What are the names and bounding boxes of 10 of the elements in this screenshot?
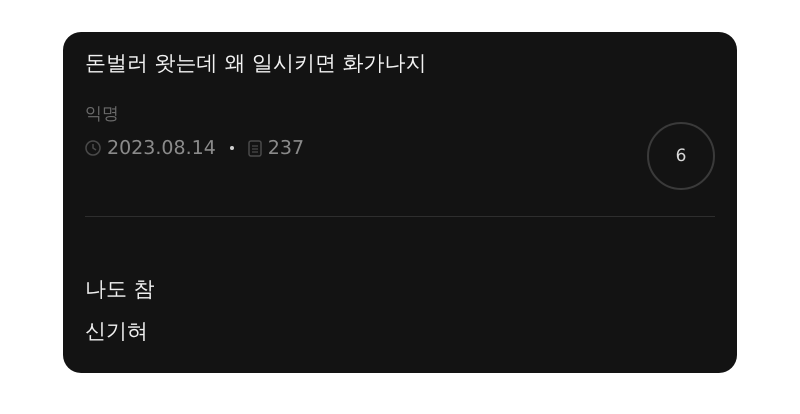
post-body-line: 나도 참	[85, 276, 156, 303]
document-icon	[248, 140, 262, 156]
comment-count: 6	[647, 122, 715, 190]
view-count: 237	[268, 137, 304, 159]
post-body-line: 신기혀	[85, 318, 149, 345]
clock-icon	[85, 140, 101, 156]
author-name: 익명	[85, 103, 120, 125]
separator-dot	[230, 146, 234, 150]
post-date: 2023.08.14	[107, 137, 216, 159]
post-title: 돈벌러 왓는데 왜 일시키면 화가나지	[85, 50, 427, 77]
